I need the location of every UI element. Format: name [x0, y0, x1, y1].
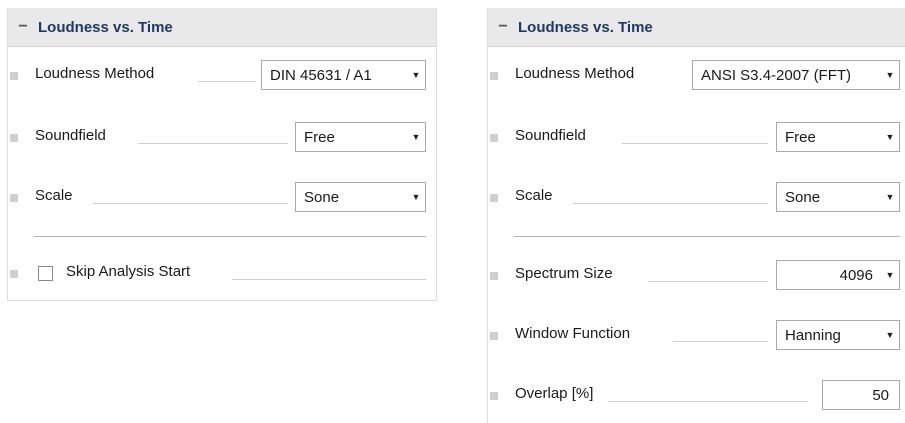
scale-label: Scale: [35, 187, 79, 204]
leader-line: [573, 203, 768, 204]
scale-label: Scale: [515, 187, 559, 204]
window-function-dropdown[interactable]: Hanning ▼: [776, 320, 900, 350]
chevron-down-icon: ▼: [411, 132, 421, 142]
scale-dropdown[interactable]: Sone ▼: [776, 182, 900, 212]
loudness-method-label: Loudness Method: [515, 65, 641, 82]
leader-line: [198, 81, 256, 82]
window-function-value: Hanning: [785, 326, 841, 344]
panel-title: Loudness vs. Time: [518, 18, 653, 36]
spectrum-size-label: Spectrum Size: [515, 265, 619, 282]
overlap-label: Overlap [%]: [515, 385, 600, 402]
chevron-down-icon: ▼: [885, 132, 895, 142]
section-divider: [514, 236, 900, 237]
grip-icon: [10, 72, 18, 80]
scale-value: Sone: [304, 188, 340, 206]
scale-row: Scale Sone ▼: [8, 182, 436, 214]
loudness-method-dropdown[interactable]: DIN 45631 / A1 ▼: [261, 60, 426, 90]
window-function-label: Window Function: [515, 325, 637, 342]
soundfield-value: Free: [304, 128, 335, 146]
scale-dropdown[interactable]: Sone ▼: [295, 182, 426, 212]
leader-line: [93, 203, 288, 204]
soundfield-label: Soundfield: [35, 127, 112, 144]
grip-icon: [490, 134, 498, 142]
loudness-panel-right: − Loudness vs. Time Loudness Method ANSI…: [487, 8, 905, 423]
leader-line: [673, 341, 768, 342]
leader-line: [232, 279, 426, 280]
section-divider: [34, 236, 426, 237]
loudness-panel-left: − Loudness vs. Time Loudness Method DIN …: [7, 8, 437, 301]
minus-icon[interactable]: −: [488, 18, 518, 36]
grip-icon: [10, 194, 18, 202]
chevron-down-icon: ▼: [411, 70, 421, 80]
grip-icon: [490, 72, 498, 80]
soundfield-row: Soundfield Free ▼: [8, 122, 436, 154]
panel-header[interactable]: − Loudness vs. Time: [488, 8, 905, 47]
soundfield-dropdown[interactable]: Free ▼: [295, 122, 426, 152]
grip-icon: [490, 392, 498, 400]
spectrum-size-row: Spectrum Size 4096 ▼: [488, 260, 905, 292]
leader-line: [622, 143, 768, 144]
overlap-input[interactable]: 50: [822, 380, 900, 410]
spectrum-size-dropdown[interactable]: 4096 ▼: [776, 260, 900, 290]
soundfield-row: Soundfield Free ▼: [488, 122, 905, 154]
minus-icon[interactable]: −: [8, 18, 38, 36]
window-function-row: Window Function Hanning ▼: [488, 320, 905, 352]
panel-header[interactable]: − Loudness vs. Time: [8, 8, 436, 47]
loudness-method-value: ANSI S3.4-2007 (FFT): [701, 66, 852, 84]
leader-line: [648, 281, 768, 282]
panel-title: Loudness vs. Time: [38, 18, 173, 36]
overlap-row: Overlap [%] 50: [488, 380, 905, 412]
grip-icon: [490, 194, 498, 202]
soundfield-label: Soundfield: [515, 127, 592, 144]
loudness-method-label: Loudness Method: [35, 65, 161, 82]
loudness-method-row: Loudness Method ANSI S3.4-2007 (FFT) ▼: [488, 60, 905, 92]
grip-icon: [10, 134, 18, 142]
loudness-method-value: DIN 45631 / A1: [270, 66, 372, 84]
leader-line: [138, 143, 288, 144]
chevron-down-icon: ▼: [885, 330, 895, 340]
soundfield-dropdown[interactable]: Free ▼: [776, 122, 900, 152]
skip-analysis-start-row: Skip Analysis Start: [8, 258, 436, 290]
soundfield-value: Free: [785, 128, 816, 146]
scale-value: Sone: [785, 188, 821, 206]
grip-icon: [490, 272, 498, 280]
chevron-down-icon: ▼: [885, 70, 895, 80]
loudness-method-dropdown[interactable]: ANSI S3.4-2007 (FFT) ▼: [692, 60, 900, 90]
chevron-down-icon: ▼: [885, 192, 895, 202]
grip-icon: [490, 332, 498, 340]
spectrum-size-value: 4096: [839, 266, 873, 284]
scale-row: Scale Sone ▼: [488, 182, 905, 214]
overlap-value: 50: [872, 386, 889, 404]
skip-analysis-start-label: Skip Analysis Start: [66, 263, 197, 280]
leader-line: [608, 401, 808, 402]
loudness-method-row: Loudness Method DIN 45631 / A1 ▼: [8, 60, 436, 92]
chevron-down-icon: ▼: [885, 270, 895, 280]
skip-analysis-start-checkbox[interactable]: [38, 266, 53, 281]
grip-icon: [10, 270, 18, 278]
chevron-down-icon: ▼: [411, 192, 421, 202]
